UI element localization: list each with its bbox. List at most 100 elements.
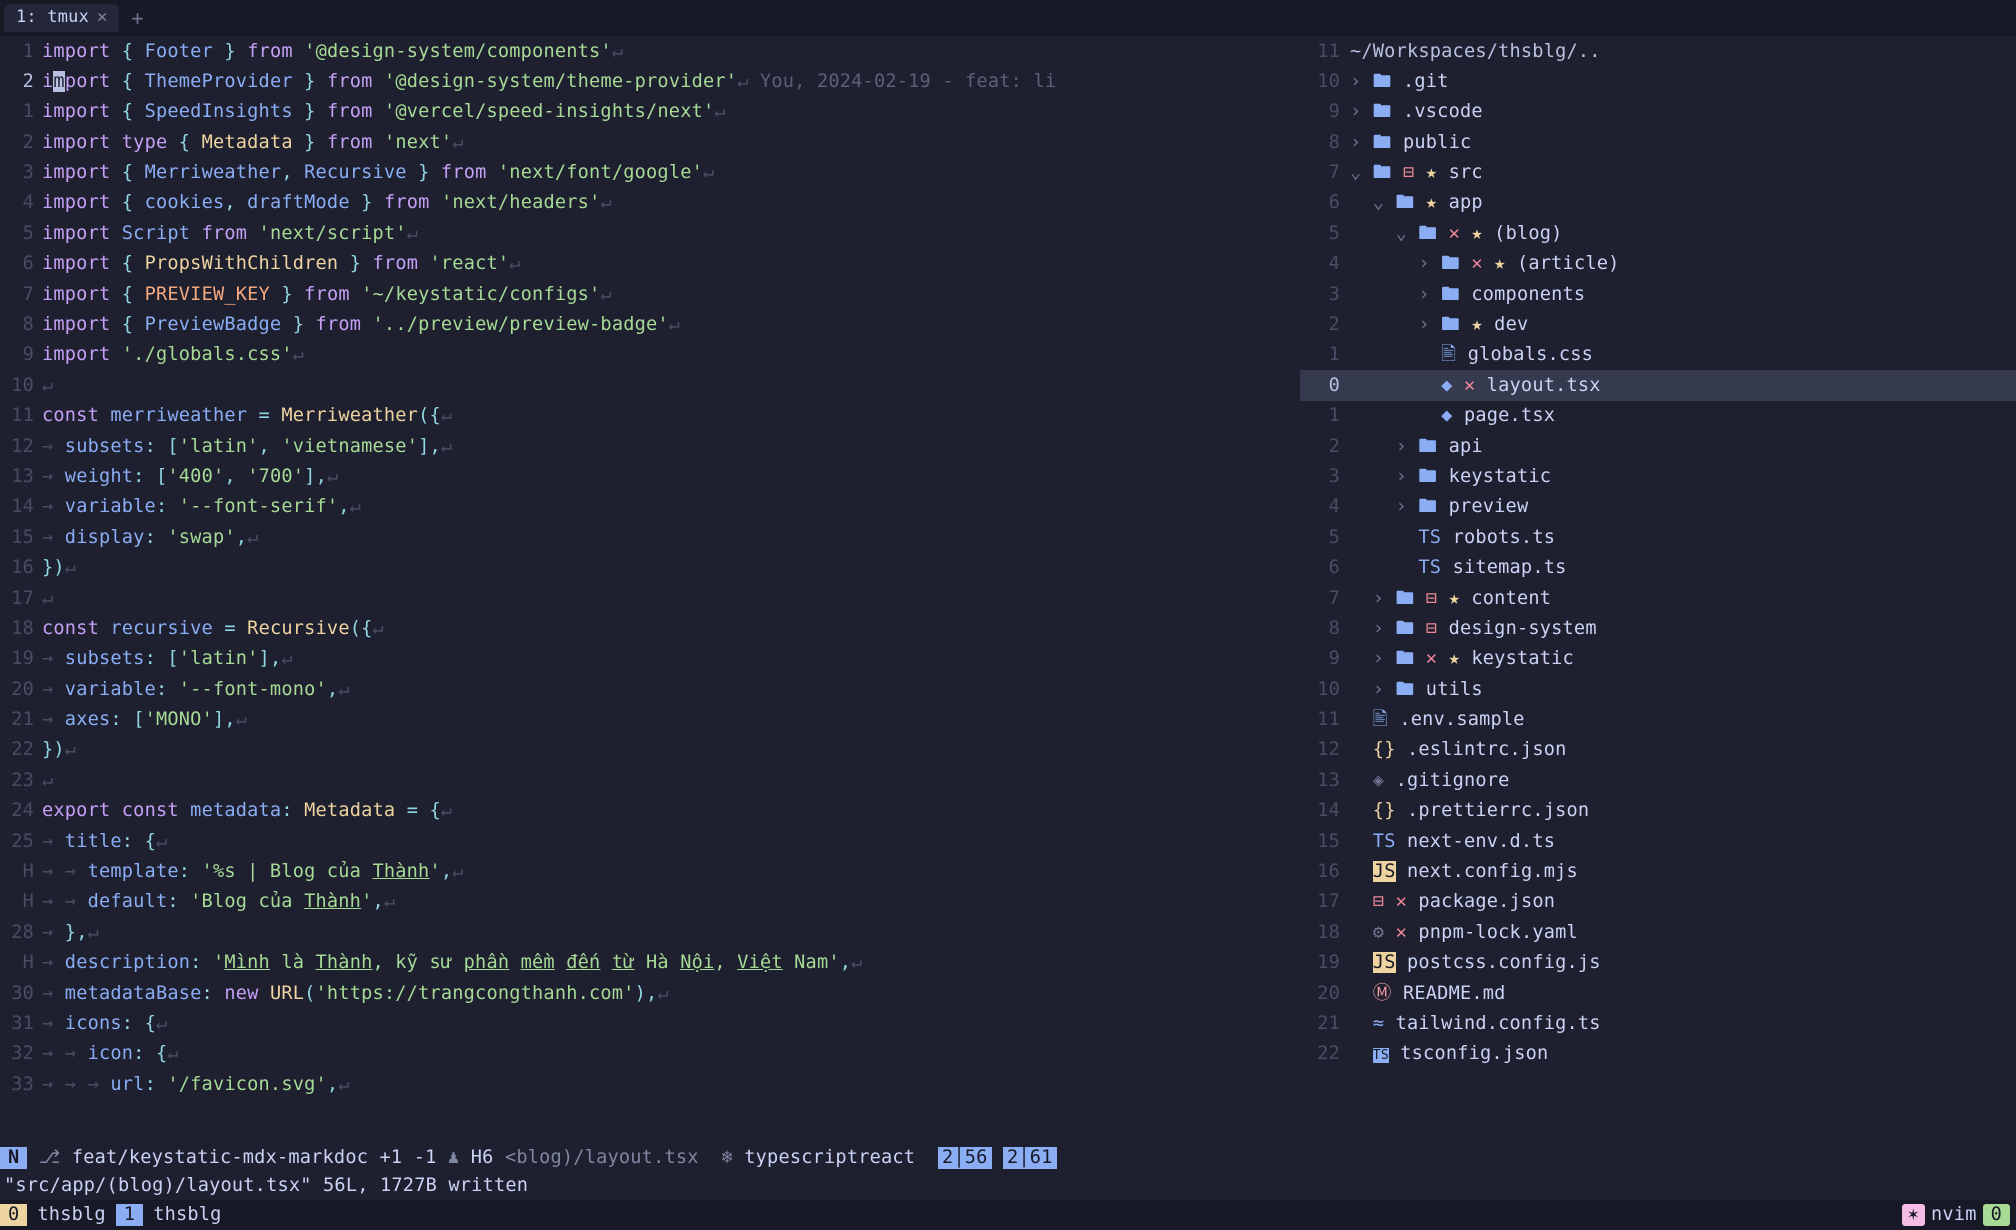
code-line[interactable]: 10↵ (0, 370, 1300, 400)
code-line[interactable]: 12→ subsets: ['latin', 'vietnamese'],↵ (0, 431, 1300, 461)
tree-item[interactable]: 5 TS robots.ts (1300, 522, 2016, 552)
tree-item-content: › 🖿 public (1350, 132, 2016, 153)
tree-item[interactable]: 0 ◆ ✕ layout.tsx (1300, 370, 2016, 400)
tree-item[interactable]: 13 ◈ .gitignore (1300, 765, 2016, 795)
code-line[interactable]: 15→ display: 'swap',↵ (0, 522, 1300, 552)
code-line[interactable]: 1import { Footer } from '@design-system/… (0, 36, 1300, 66)
tree-line-number: 1 (1300, 344, 1350, 365)
code-line[interactable]: 7import { PREVIEW_KEY } from '~/keystati… (0, 279, 1300, 309)
tree-item[interactable]: 15 TS next-env.d.ts (1300, 826, 2016, 856)
code-line[interactable]: 8import { PreviewBadge } from '../previe… (0, 310, 1300, 340)
code-line[interactable]: 1import { SpeedInsights } from '@vercel/… (0, 97, 1300, 127)
code-line[interactable]: 19→ subsets: ['latin'],↵ (0, 644, 1300, 674)
tree-item[interactable]: 1 🖹 globals.css (1300, 340, 2016, 370)
tree-item[interactable]: 19 JS postcss.config.js (1300, 948, 2016, 978)
code-line[interactable]: 20→ variable: '--font-mono',↵ (0, 674, 1300, 704)
line-number: 2 (0, 71, 42, 92)
line-number: 4 (0, 192, 42, 213)
tree-item[interactable]: 17 ⊟ ✕ package.json (1300, 887, 2016, 917)
tree-item[interactable]: 6 TS sitemap.ts (1300, 553, 2016, 583)
code-line[interactable]: 4import { cookies, draftMode } from 'nex… (0, 188, 1300, 218)
code-line[interactable]: 16})↵ (0, 553, 1300, 583)
tree-item[interactable]: 9 › 🖿 ✕ ★ keystatic (1300, 644, 2016, 674)
tree-item[interactable]: 4 › 🖿 ✕ ★ (article) (1300, 249, 2016, 279)
tree-line-number: 12 (1300, 739, 1350, 760)
code-line[interactable]: 9import './globals.css'↵ (0, 340, 1300, 370)
line-number: 10 (0, 375, 42, 396)
code-line[interactable]: 3import { Merriweather, Recursive } from… (0, 158, 1300, 188)
tree-line-number: 4 (1300, 253, 1350, 274)
tree-item[interactable]: 14 {} .prettierrc.json (1300, 796, 2016, 826)
code-line[interactable]: 17↵ (0, 583, 1300, 613)
close-icon[interactable]: ✕ (97, 8, 107, 28)
tab-bar: 1: tmux ✕ + (0, 0, 2016, 36)
code-line[interactable]: 33→ → → url: '/favicon.svg',↵ (0, 1069, 1300, 1099)
line-number: 13 (0, 466, 42, 487)
tree-item-content: › 🖿 preview (1350, 496, 2016, 517)
code-line[interactable]: 24export const metadata: Metadata = {↵ (0, 796, 1300, 826)
tab-title: 1: tmux (16, 8, 89, 28)
tree-item[interactable]: 21 ≈ tailwind.config.ts (1300, 1009, 2016, 1039)
tree-item[interactable]: 3 › 🖿 keystatic (1300, 461, 2016, 491)
tree-item[interactable]: 10 › 🖿 utils (1300, 674, 2016, 704)
tree-item[interactable]: 7⌄ 🖿 ⊟ ★ src (1300, 158, 2016, 188)
code-line[interactable]: 22})↵ (0, 735, 1300, 765)
tmux-active-window-index[interactable]: 1 (116, 1204, 143, 1225)
code-editor-pane[interactable]: 1import { Footer } from '@design-system/… (0, 36, 1300, 1144)
line-number: 18 (0, 618, 42, 639)
tree-item[interactable]: 20 Ⓜ README.md (1300, 978, 2016, 1008)
tree-item[interactable]: 10› 🖿 .git (1300, 66, 2016, 96)
tree-item-content: › 🖿 keystatic (1350, 466, 2016, 487)
tree-item[interactable]: 8› 🖿 public (1300, 127, 2016, 157)
code-line[interactable]: 30→ metadataBase: new URL('https://trang… (0, 978, 1300, 1008)
tree-line-number: 3 (1300, 466, 1350, 487)
tree-item-content: ≈ tailwind.config.ts (1350, 1013, 2016, 1034)
code-line[interactable]: 2import type { Metadata } from 'next'↵ (0, 127, 1300, 157)
tree-item[interactable]: 9› 🖿 .vscode (1300, 97, 2016, 127)
terminal-tab[interactable]: 1: tmux ✕ (4, 4, 119, 32)
code-line[interactable]: H→ → template: '%s | Blog của Thành',↵ (0, 857, 1300, 887)
tree-item[interactable]: 12 {} .eslintrc.json (1300, 735, 2016, 765)
file-path: <blog)/layout.tsx (505, 1147, 699, 1168)
tree-line-number: 18 (1300, 922, 1350, 943)
code-line[interactable]: 28→ },↵ (0, 917, 1300, 947)
tree-item[interactable]: 18 ⚙ ✕ pnpm-lock.yaml (1300, 917, 2016, 947)
code-line[interactable]: 25→ title: {↵ (0, 826, 1300, 856)
tree-line-number: 6 (1300, 192, 1350, 213)
code-line[interactable]: 32→ → icon: {↵ (0, 1039, 1300, 1069)
tmux-session[interactable]: 0 (0, 1204, 27, 1225)
branch-icon: ⎇ (39, 1147, 61, 1168)
tree-item[interactable]: 8 › 🖿 ⊟ design-system (1300, 613, 2016, 643)
tree-root[interactable]: 11~/Workspaces/thsblg/.. (1300, 36, 2016, 66)
tree-item[interactable]: 2 › 🖿 api (1300, 431, 2016, 461)
code-line[interactable]: H→ description: 'Mình là Thành, kỹ sư ph… (0, 948, 1300, 978)
code-line[interactable]: 5import Script from 'next/script'↵ (0, 218, 1300, 248)
tree-item[interactable]: 22 TS tsconfig.json (1300, 1039, 2016, 1069)
tree-item[interactable]: 11 🖹 .env.sample (1300, 705, 2016, 735)
tree-item[interactable]: 1 ◆ page.tsx (1300, 401, 2016, 431)
tmux-window-0[interactable]: thsblg (27, 1204, 115, 1225)
tree-item[interactable]: 3 › 🖿 components (1300, 279, 2016, 309)
tree-item[interactable]: 4 › 🖿 preview (1300, 492, 2016, 522)
tree-item[interactable]: 7 › 🖿 ⊟ ★ content (1300, 583, 2016, 613)
code-line[interactable]: 18const recursive = Recursive({↵ (0, 613, 1300, 643)
code-line[interactable]: 23↵ (0, 765, 1300, 795)
code-line[interactable]: 21→ axes: ['MONO'],↵ (0, 705, 1300, 735)
tree-item[interactable]: 6 ⌄ 🖿 ★ app (1300, 188, 2016, 218)
code-line[interactable]: 11const merriweather = Merriweather({↵ (0, 401, 1300, 431)
code-line[interactable]: 31→ icons: {↵ (0, 1009, 1300, 1039)
file-tree-pane[interactable]: 11~/Workspaces/thsblg/..10› 🖿 .git9› 🖿 .… (1300, 36, 2016, 1144)
tree-line-number: 0 (1300, 375, 1350, 396)
add-tab-button[interactable]: + (119, 7, 155, 30)
code-line[interactable]: 2import { ThemeProvider } from '@design-… (0, 66, 1300, 96)
code-line[interactable]: 13→ weight: ['400', '700'],↵ (0, 461, 1300, 491)
tree-item[interactable]: 16 JS next.config.mjs (1300, 857, 2016, 887)
tree-item[interactable]: 2 › 🖿 ★ dev (1300, 310, 2016, 340)
code-line[interactable]: 6import { PropsWithChildren } from 'reac… (0, 249, 1300, 279)
tmux-active-window[interactable]: thsblg (143, 1204, 231, 1225)
tree-item[interactable]: 5 ⌄ 🖿 ✕ ★ (blog) (1300, 218, 2016, 248)
line-content: import { PreviewBadge } from '../preview… (42, 314, 1300, 335)
code-line[interactable]: 14→ variable: '--font-serif',↵ (0, 492, 1300, 522)
code-line[interactable]: H→ → default: 'Blog của Thành',↵ (0, 887, 1300, 917)
tree-item-content: › 🖿 ⊟ design-system (1350, 618, 2016, 639)
